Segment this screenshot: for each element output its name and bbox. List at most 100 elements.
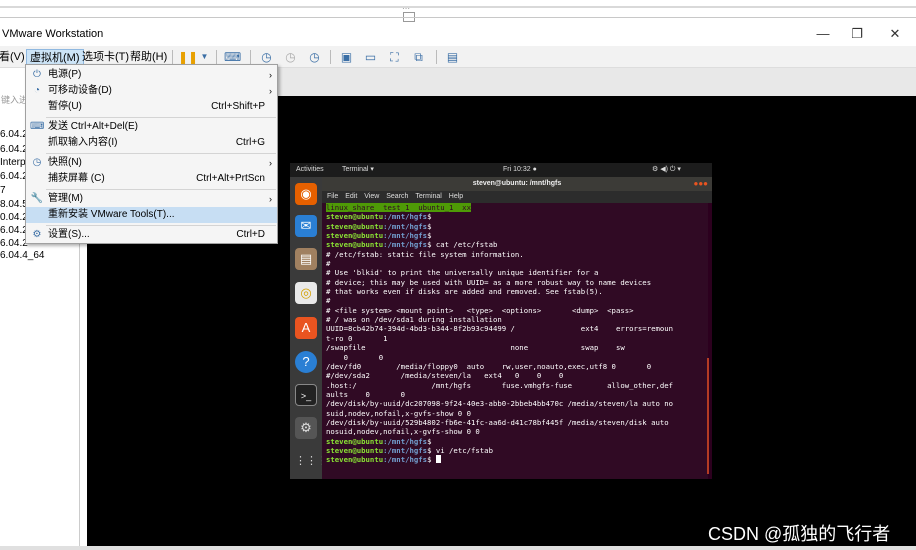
terminal-prompt-line: steven@ubuntu:/mnt/hgfs$ vi /etc/fstab bbox=[326, 446, 708, 455]
system-tray[interactable]: ⚙ ◀) ⏻ ▾ bbox=[652, 163, 681, 177]
menu-file[interactable]: File bbox=[327, 193, 338, 200]
menu-item-label: 电源(P) bbox=[48, 69, 82, 80]
library-view-icon[interactable]: ▤ bbox=[444, 49, 461, 65]
rhythmbox-icon[interactable]: ◎ bbox=[295, 282, 317, 304]
terminal-prompt-line: steven@ubuntu:/mnt/hgfs$ bbox=[326, 212, 708, 221]
menu-item-manage[interactable]: 🔧 管理(M) › bbox=[26, 191, 277, 207]
terminal-output-line: # bbox=[326, 296, 331, 306]
fullscreen-icon[interactable]: ⛶ bbox=[386, 49, 403, 65]
activities-button[interactable]: Activities bbox=[296, 163, 324, 177]
list-item[interactable]: 6.04.4_64 bbox=[0, 250, 45, 262]
snapshot-icon[interactable]: ◷ bbox=[258, 49, 275, 65]
terminal-output-line: nosuid,nodev,nofail,x-gvfs-show 0 0 bbox=[326, 427, 480, 437]
menu-item-shortcut: Ctrl+Shift+P bbox=[211, 101, 265, 112]
terminal-lines: steven@ubuntu:/mnt/hgfs$ steven@ubuntu:/m… bbox=[326, 212, 708, 464]
prompt-path: :/mnt/hgfs bbox=[383, 240, 428, 250]
terminal-title: steven@ubuntu: /mnt/hgfs bbox=[472, 180, 562, 187]
snapshot-manager-icon[interactable]: ◷ bbox=[306, 49, 323, 65]
prompt-user: steven@ubuntu bbox=[326, 240, 384, 250]
app-grid-icon[interactable]: ⋮⋮⋮ bbox=[295, 450, 328, 472]
terminal-output-line: /swapfile none swap sw bbox=[326, 343, 625, 353]
menu-item-send-ctrl-alt-del[interactable]: ⌨ 发送 Ctrl+Alt+Del(E) bbox=[26, 119, 277, 135]
files-icon[interactable]: ▤ bbox=[295, 248, 317, 270]
prompt-command: $ vi /etc/fstab bbox=[427, 445, 493, 455]
menu-help[interactable]: 帮助(H) bbox=[127, 49, 170, 65]
console-view-icon[interactable]: ▭ bbox=[362, 49, 379, 65]
terminal-icon[interactable]: >_ bbox=[295, 384, 317, 406]
terminal-output-line: #/dev/sda2 /media/steven/la ext4 0 0 0 bbox=[326, 371, 564, 381]
restore-button[interactable]: ❐ bbox=[842, 25, 872, 43]
menu-item-settings[interactable]: ⚙ 设置(S)... Ctrl+D bbox=[26, 227, 277, 243]
chevron-right-icon: › bbox=[269, 86, 272, 96]
menu-vm[interactable]: 虚拟机(M) bbox=[26, 49, 84, 65]
watermark: CSDN @孤独的飞行者 bbox=[708, 524, 891, 544]
firefox-icon[interactable]: ◉ bbox=[295, 183, 317, 205]
list-item[interactable]: 6.04.2 bbox=[0, 171, 28, 183]
terminal-output-line: # /etc/fstab: static file system informa… bbox=[326, 249, 524, 259]
list-item[interactable]: 7 bbox=[0, 185, 6, 197]
thunderbird-icon[interactable]: ✉ bbox=[295, 215, 317, 237]
ls-output: linux_share test_1 ubuntu_1 xx bbox=[326, 203, 471, 213]
sidebar-view-icon[interactable]: ▣ bbox=[338, 49, 355, 65]
prompt-user: steven@ubuntu bbox=[326, 436, 384, 446]
menu-item-grab-input[interactable]: 抓取输入内容(I) Ctrl+G bbox=[26, 135, 277, 151]
clock[interactable]: Fri 10:32 ● bbox=[503, 163, 537, 177]
terminal-app-menu[interactable]: Terminal ▾ bbox=[342, 163, 374, 177]
terminal-output[interactable]: linux_share test_1 ubuntu_1 xx steven@ubu… bbox=[322, 203, 708, 479]
terminal-prompt-line: steven@ubuntu:/mnt/hgfs$ cat /etc/fstab bbox=[326, 240, 708, 249]
menu-separator bbox=[46, 225, 276, 226]
terminal-output-line: # bbox=[326, 259, 331, 269]
menu-item-reinstall-vmware-tools[interactable]: 重新安装 VMware Tools(T)... bbox=[26, 207, 277, 223]
prompt-user: steven@ubuntu bbox=[326, 231, 384, 241]
menu-separator bbox=[46, 153, 276, 154]
software-center-icon[interactable]: A bbox=[295, 317, 317, 339]
divider bbox=[0, 17, 916, 18]
prompt-command: $ bbox=[427, 212, 432, 222]
list-item[interactable]: 8.04.5 bbox=[0, 199, 28, 211]
menu-edit[interactable]: Edit bbox=[345, 193, 357, 200]
terminal-output-line: t-ro 0 1 bbox=[326, 333, 388, 343]
menu-tabs[interactable]: 选项卡(T) bbox=[79, 49, 132, 65]
menu-item-snapshot[interactable]: ◷ 快照(N) › bbox=[26, 155, 277, 171]
menu-item-power[interactable]: ⏻ 电源(P) › bbox=[26, 67, 277, 83]
terminal-prompt-line: steven@ubuntu:/mnt/hgfs$ bbox=[326, 231, 708, 240]
terminal-prompt-line: steven@ubuntu:/mnt/hgfs$ bbox=[326, 437, 708, 446]
menu-item-pause[interactable]: 暂停(U) Ctrl+Shift+P bbox=[26, 99, 277, 115]
menu-item-label: 捕获屏幕 (C) bbox=[48, 173, 105, 184]
list-item[interactable]: 6.04.2 bbox=[0, 129, 28, 141]
pause-icon[interactable]: ❚❚ bbox=[178, 49, 198, 65]
close-button[interactable]: ✕ bbox=[880, 25, 910, 43]
menu-item-removable-devices[interactable]: ◔ 可移动设备(D) › bbox=[26, 83, 277, 99]
revert-snapshot-icon[interactable]: ◷ bbox=[282, 49, 299, 65]
menu-view[interactable]: 看(V) bbox=[0, 49, 28, 65]
list-item[interactable]: 6.04.2 bbox=[0, 144, 28, 156]
power-icon: ⏻ bbox=[33, 69, 41, 80]
list-item[interactable]: Interp bbox=[0, 157, 26, 169]
list-item[interactable]: 6.04.2 bbox=[0, 225, 28, 237]
chevron-down-icon[interactable]: ▼ bbox=[196, 49, 213, 65]
list-item[interactable]: 6.04.2 bbox=[0, 238, 28, 250]
unity-icon[interactable]: ⧉ bbox=[410, 49, 427, 65]
prompt-command: $ bbox=[427, 455, 436, 465]
help-icon[interactable]: ? bbox=[295, 351, 317, 373]
prompt-path: :/mnt/hgfs bbox=[383, 212, 428, 222]
menu-item-label: 发送 Ctrl+Alt+Del(E) bbox=[48, 121, 139, 132]
menu-item-capture-screen[interactable]: 捕获屏幕 (C) Ctrl+Alt+PrtScn bbox=[26, 171, 277, 187]
status-bar bbox=[0, 546, 916, 550]
menu-search[interactable]: Search bbox=[386, 193, 408, 200]
settings-icon[interactable]: ⚙ bbox=[295, 417, 317, 439]
snapshot-icon: ◷ bbox=[32, 157, 42, 168]
list-item[interactable]: 0.04.2 bbox=[0, 212, 28, 224]
toolbar-separator bbox=[436, 50, 437, 64]
toolbar-separator bbox=[250, 50, 251, 64]
prompt-path: :/mnt/hgfs bbox=[383, 455, 428, 465]
toolbar-separator bbox=[330, 50, 331, 64]
prompt-user: steven@ubuntu bbox=[326, 221, 384, 231]
minimize-button[interactable]: — bbox=[808, 25, 838, 43]
send-keys-icon[interactable]: ⌨ bbox=[224, 49, 241, 65]
window-buttons-icon[interactable]: ●●● bbox=[694, 177, 709, 191]
menu-help[interactable]: Help bbox=[449, 193, 463, 200]
chevron-right-icon: › bbox=[269, 70, 272, 80]
menu-view[interactable]: View bbox=[364, 193, 379, 200]
menu-terminal[interactable]: Terminal bbox=[415, 193, 441, 200]
